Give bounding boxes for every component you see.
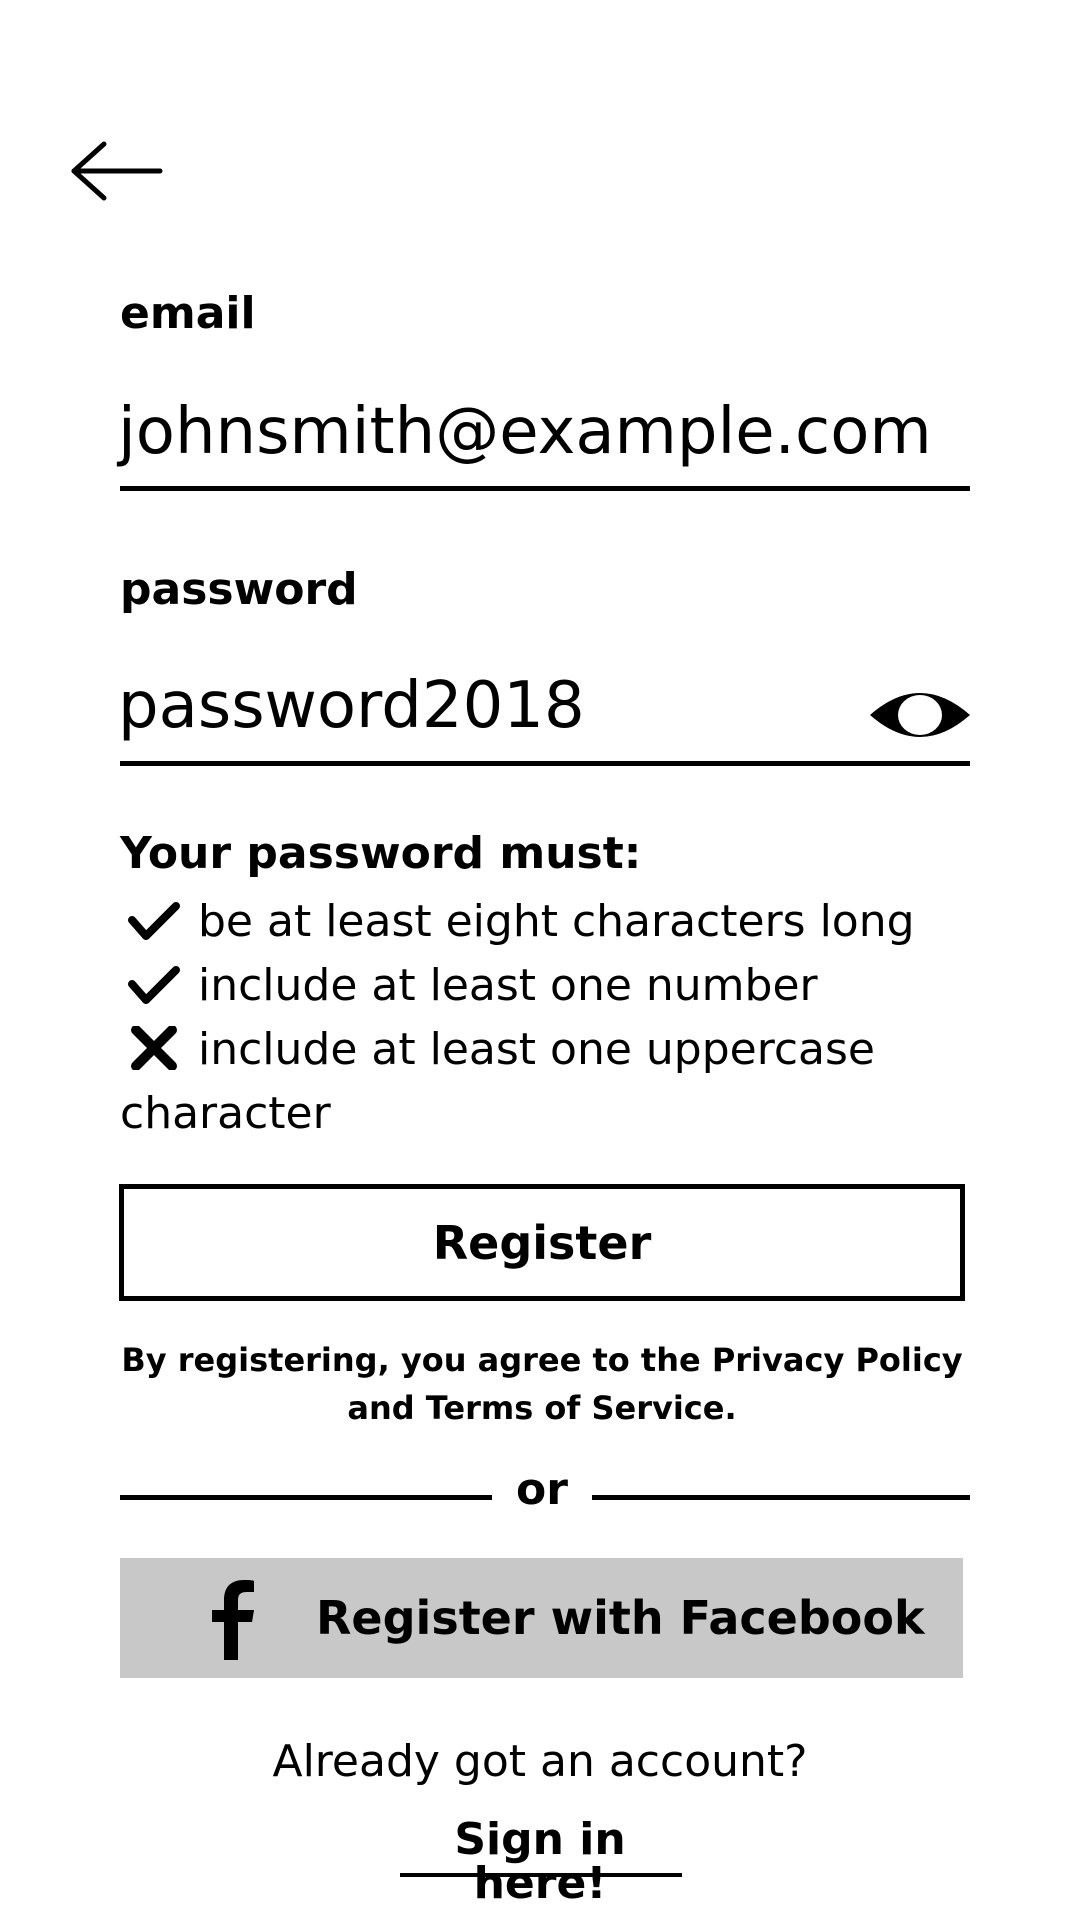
password-rule-text: include at least one uppercase character	[120, 1024, 875, 1139]
password-rule-text: include at least one number	[198, 960, 818, 1011]
password-rule-uppercase: include at least one uppercase character	[120, 1018, 990, 1146]
password-rule-number: include at least one number	[120, 954, 990, 1018]
password-label: password	[120, 564, 358, 615]
arrow-left-icon	[71, 141, 163, 201]
email-label: email	[120, 288, 256, 339]
check-icon	[126, 960, 182, 1004]
password-field[interactable]: password2018	[118, 674, 585, 738]
sign-in-link[interactable]: Sign in here!	[390, 1818, 690, 1906]
password-rule-length: be at least eight characters long	[120, 890, 990, 954]
sign-in-link-underline	[400, 1873, 682, 1877]
register-with-facebook-button[interactable]: Register with Facebook	[120, 1558, 963, 1678]
register-button[interactable]: Register	[119, 1184, 965, 1301]
email-field-underline	[120, 486, 970, 491]
already-have-account-text: Already got an account?	[272, 1736, 808, 1787]
eye-icon	[870, 693, 970, 737]
divider-line-left	[120, 1495, 492, 1500]
divider-or: or	[516, 1464, 568, 1515]
password-field-underline	[120, 761, 970, 766]
email-field[interactable]: johnsmith@example.com	[118, 400, 932, 464]
facebook-icon	[212, 1580, 254, 1660]
back-button[interactable]	[68, 140, 164, 202]
terms-notice: By registering, you agree to the Privacy…	[121, 1341, 963, 1427]
password-rule-text: be at least eight characters long	[198, 896, 915, 947]
facebook-button-label: Register with Facebook	[316, 1591, 925, 1645]
password-rules-title: Your password must:	[120, 828, 642, 879]
check-icon	[126, 896, 182, 940]
divider-line-right	[592, 1495, 970, 1500]
show-password-toggle[interactable]	[868, 687, 972, 743]
register-button-label: Register	[432, 1215, 652, 1270]
cross-icon	[126, 1024, 182, 1071]
